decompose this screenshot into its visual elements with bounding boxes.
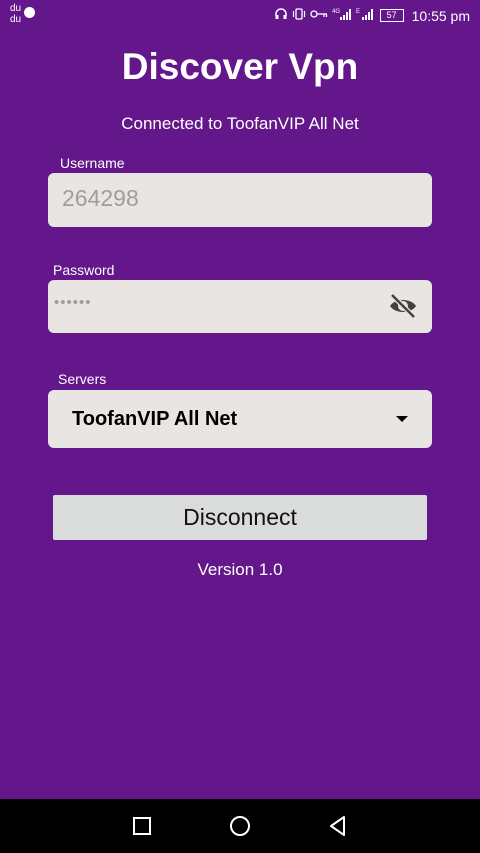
- carrier-label: du du: [10, 3, 35, 25]
- username-field[interactable]: [48, 173, 432, 227]
- selected-server: ToofanVIP All Net: [72, 408, 238, 430]
- signal-e-icon: E: [356, 7, 376, 24]
- disconnect-button[interactable]: Disconnect: [53, 495, 427, 540]
- password-label: Password: [53, 262, 115, 278]
- status-icons: 4G E 57 10:55 pm: [274, 7, 470, 24]
- app-title: Discover Vpn: [121, 46, 359, 87]
- server-dropdown[interactable]: ToofanVIP All Net: [48, 390, 432, 448]
- dropdown-arrow-icon: [396, 416, 408, 422]
- notification-dot-icon: [24, 7, 35, 18]
- signal-4g-icon: 4G: [332, 7, 352, 24]
- carrier-text: du du: [10, 3, 22, 25]
- version-label: Version 1.0: [197, 560, 283, 579]
- vpn-key-icon: [309, 7, 328, 24]
- svg-text:E: E: [356, 9, 360, 15]
- status-time: 10:55 pm: [411, 7, 470, 24]
- headset-icon: [274, 7, 288, 24]
- status-bar: du du 4G E 57 10:55 pm: [0, 0, 480, 32]
- vibrate-icon: [292, 7, 306, 24]
- navigation-bar: [0, 799, 480, 853]
- battery-icon: 57: [379, 9, 404, 22]
- connection-status: Connected to ToofanVIP All Net: [121, 114, 359, 133]
- recent-apps-icon[interactable]: [130, 814, 154, 838]
- password-field[interactable]: [48, 280, 432, 333]
- back-icon[interactable]: [326, 814, 350, 838]
- username-label: Username: [60, 155, 125, 171]
- password-input[interactable]: [54, 294, 374, 311]
- username-input[interactable]: [62, 185, 402, 212]
- home-icon[interactable]: [228, 814, 252, 838]
- svg-text:4G: 4G: [332, 9, 340, 15]
- password-visibility-toggle-icon[interactable]: [388, 292, 418, 320]
- servers-label: Servers: [58, 371, 107, 387]
